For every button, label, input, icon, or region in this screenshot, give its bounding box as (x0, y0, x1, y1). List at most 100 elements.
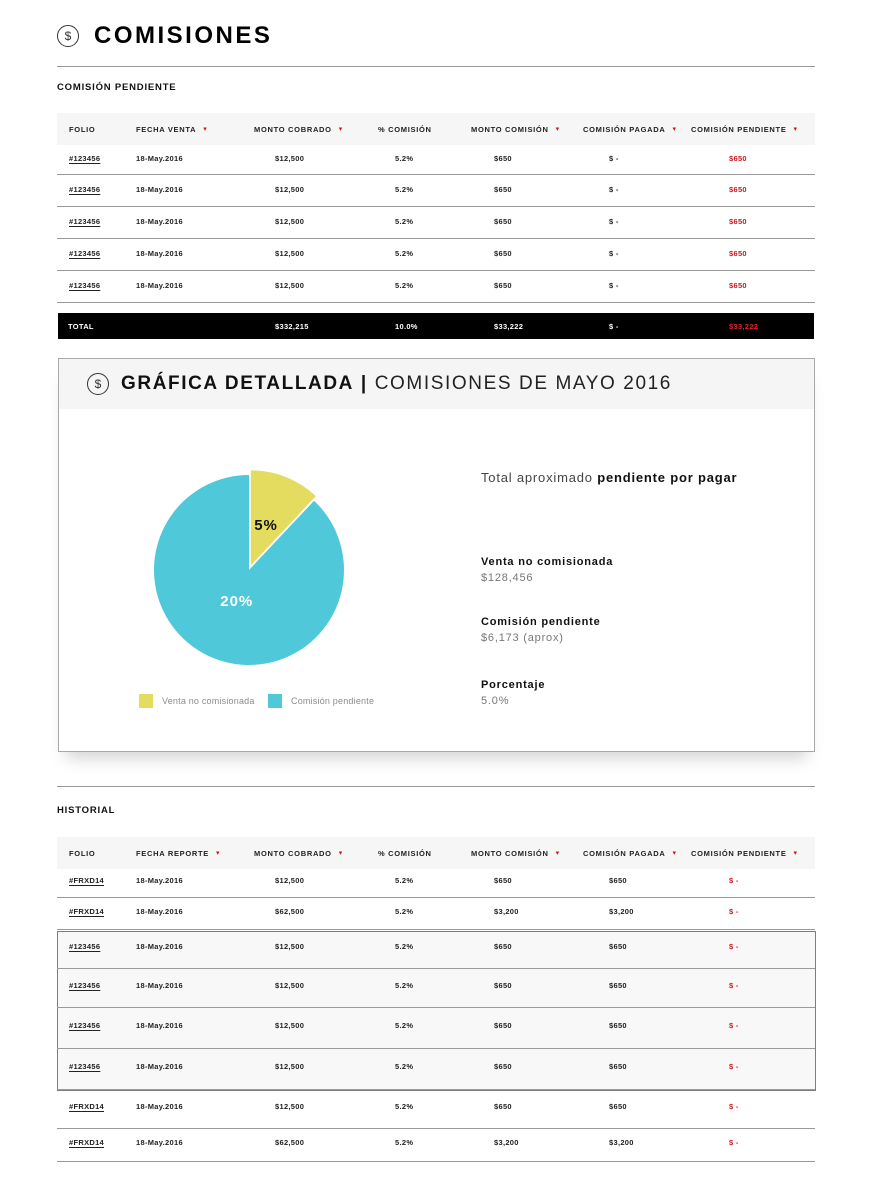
folio-link[interactable]: #FRXD14 (69, 876, 104, 885)
column-header-fecha[interactable]: FECHA REPORTE ▾ (136, 837, 220, 869)
divider (57, 786, 815, 787)
sort-caret-icon[interactable]: ▾ (672, 849, 676, 857)
sort-caret-icon[interactable]: ▾ (203, 125, 207, 133)
column-header-label: COMISIÓN PENDIENTE (691, 848, 787, 858)
cell-monto-cobrado: $62,500 (275, 907, 305, 916)
column-header-folio: FOLIO (69, 837, 95, 869)
total-monto-comision: $33,222 (494, 322, 524, 331)
cell-fecha: 18-May.2016 (136, 217, 183, 226)
cell-comision-pendiente: $ - (729, 1062, 739, 1071)
folio-link[interactable]: #123456 (69, 981, 100, 990)
table-row[interactable]: #123456 18-May.2016 $12,500 5.2% $650 $650 $ - (57, 1008, 815, 1049)
column-header-monto-cobrado[interactable]: MONTO COBRADO ▾ (254, 837, 343, 869)
info-headline: Total aproximado pendiente por pagar (481, 470, 737, 485)
cell-comision-pendiente: $650 (729, 154, 747, 163)
cell-monto-cobrado: $12,500 (275, 1102, 305, 1111)
folio-link[interactable]: #123456 (69, 281, 100, 290)
sort-caret-icon[interactable]: ▾ (556, 125, 560, 133)
column-header-comision-pendiente[interactable]: COMISIÓN PENDIENTE ▾ (691, 837, 798, 869)
column-header-monto-cobrado[interactable]: MONTO COBRADO ▾ (254, 113, 343, 145)
column-header-label: % COMISIÓN (378, 848, 432, 858)
history-section-title: HISTORIAL (57, 805, 116, 816)
cell-fecha: 18-May.2016 (136, 185, 183, 194)
cell-comision-pct: 5.2% (395, 281, 414, 290)
pie-slice-1 (154, 475, 344, 665)
cell-monto-comision: $650 (494, 185, 512, 194)
cell-monto-cobrado: $12,500 (275, 217, 305, 226)
cell-comision-pendiente: $ - (729, 876, 739, 885)
cell-monto-comision: $3,200 (494, 1138, 519, 1147)
divider (57, 66, 815, 67)
legend-item-venta: Venta no comisionada (139, 694, 255, 708)
cell-monto-comision: $650 (494, 1021, 512, 1030)
column-header-comision-pct: % COMISIÓN (378, 113, 432, 145)
column-header-comision-pendiente[interactable]: COMISIÓN PENDIENTE ▾ (691, 113, 798, 145)
table-row[interactable]: #123456 18-May.2016 $12,500 5.2% $650 $ - $650 (57, 175, 815, 207)
stat-label: Porcentaje (481, 679, 546, 691)
folio-link[interactable]: #123456 (69, 154, 100, 163)
folio-link[interactable]: #FRXD14 (69, 1138, 104, 1147)
sort-caret-icon[interactable]: ▾ (794, 849, 798, 857)
table-row[interactable]: #123456 18-May.2016 $12,500 5.2% $650 $650 $ - (57, 1049, 815, 1090)
table-row[interactable]: #123456 18-May.2016 $12,500 5.2% $650 $650 $ - (57, 969, 815, 1008)
cell-comision-pendiente: $ - (729, 1138, 739, 1147)
cell-monto-cobrado: $62,500 (275, 1138, 305, 1147)
sort-caret-icon[interactable]: ▾ (556, 849, 560, 857)
column-header-comision-pagada[interactable]: COMISIÓN PAGADA ▾ (583, 113, 677, 145)
table-row[interactable]: #123456 18-May.2016 $12,500 5.2% $650 $ - $650 (57, 239, 815, 271)
sort-caret-icon[interactable]: ▾ (794, 125, 798, 133)
folio-link[interactable]: #123456 (69, 1062, 100, 1071)
cell-comision-pct: 5.2% (395, 1021, 414, 1030)
sort-caret-icon[interactable]: ▾ (216, 849, 220, 857)
column-header-label: FECHA REPORTE (136, 848, 209, 858)
folio-link[interactable]: #FRXD14 (69, 907, 104, 916)
cell-comision-pendiente: $650 (729, 249, 747, 258)
chart-card: $ GRÁFICA DETALLADA | COMISIONES DE MAYO… (58, 358, 815, 752)
table-row[interactable]: #FRXD14 18-May.2016 $62,500 5.2% $3,200 $3,20… (57, 1129, 815, 1162)
dollar-circle-icon: $ (57, 25, 79, 47)
sort-caret-icon[interactable]: ▾ (339, 849, 343, 857)
folio-link[interactable]: #123456 (69, 249, 100, 258)
cell-fecha: 18-May.2016 (136, 1102, 183, 1111)
table-row[interactable]: #123456 18-May.2016 $12,500 5.2% $650 $650 $ - (57, 930, 815, 969)
cell-comision-pct: 5.2% (395, 154, 414, 163)
cell-comision-pct: 5.2% (395, 185, 414, 194)
total-comision-pct: 10.0% (395, 322, 418, 331)
column-header-label: MONTO COMISIÓN (471, 848, 549, 858)
column-header-label: MONTO COMISIÓN (471, 124, 549, 134)
pie-label-1: 20% (220, 593, 253, 610)
column-header-fecha[interactable]: FECHA VENTA ▾ (136, 113, 207, 145)
cell-fecha: 18-May.2016 (136, 981, 183, 990)
sort-caret-icon[interactable]: ▾ (339, 125, 343, 133)
table-row[interactable]: #FRXD14 18-May.2016 $12,500 5.2% $650 $650 $ - (57, 1090, 815, 1129)
folio-link[interactable]: #FRXD14 (69, 1102, 104, 1111)
table-row[interactable]: #123456 18-May.2016 $12,500 5.2% $650 $ - $650 (57, 207, 815, 239)
folio-link[interactable]: #123456 (69, 217, 100, 226)
total-pagada: $ - (609, 322, 619, 331)
column-header-monto-comision[interactable]: MONTO COMISIÓN ▾ (471, 113, 560, 145)
legend-label: Venta no comisionada (162, 696, 255, 706)
legend-swatch-yellow (139, 694, 153, 708)
cell-comision-pagada: $ - (609, 217, 619, 226)
table-row[interactable]: #123456 18-May.2016 $12,500 5.2% $650 $ - $650 (57, 271, 815, 303)
sort-caret-icon[interactable]: ▾ (672, 125, 676, 133)
cell-comision-pct: 5.2% (395, 249, 414, 258)
column-header-label: FOLIO (69, 124, 96, 134)
folio-link[interactable]: #123456 (69, 185, 100, 194)
column-header-comision-pagada[interactable]: COMISIÓN PAGADA ▾ (583, 837, 677, 869)
column-header-label: COMISIÓN PAGADA (583, 848, 666, 858)
table-row[interactable]: #123456 18-May.2016 $12,500 5.2% $650 $ - $650 (57, 145, 815, 175)
page-header: $ COMISIONES (57, 22, 272, 50)
folio-link[interactable]: #123456 (69, 942, 100, 951)
cell-monto-comision: $650 (494, 249, 512, 258)
cell-comision-pendiente: $ - (729, 1102, 739, 1111)
column-header-monto-comision[interactable]: MONTO COMISIÓN ▾ (471, 837, 560, 869)
cell-comision-pct: 5.2% (395, 1102, 414, 1111)
table-row[interactable]: #FRXD14 18-May.2016 $12,500 5.2% $650 $650 $ - (57, 869, 815, 898)
cell-comision-pagada: $ - (609, 154, 619, 163)
cell-comision-pct: 5.2% (395, 907, 414, 916)
legend-swatch-cyan (268, 694, 282, 708)
pending-section-title: COMISIÓN PENDIENTE (57, 82, 177, 93)
table-row[interactable]: #FRXD14 18-May.2016 $62,500 5.2% $3,200 $3,20… (57, 898, 815, 930)
folio-link[interactable]: #123456 (69, 1021, 100, 1030)
